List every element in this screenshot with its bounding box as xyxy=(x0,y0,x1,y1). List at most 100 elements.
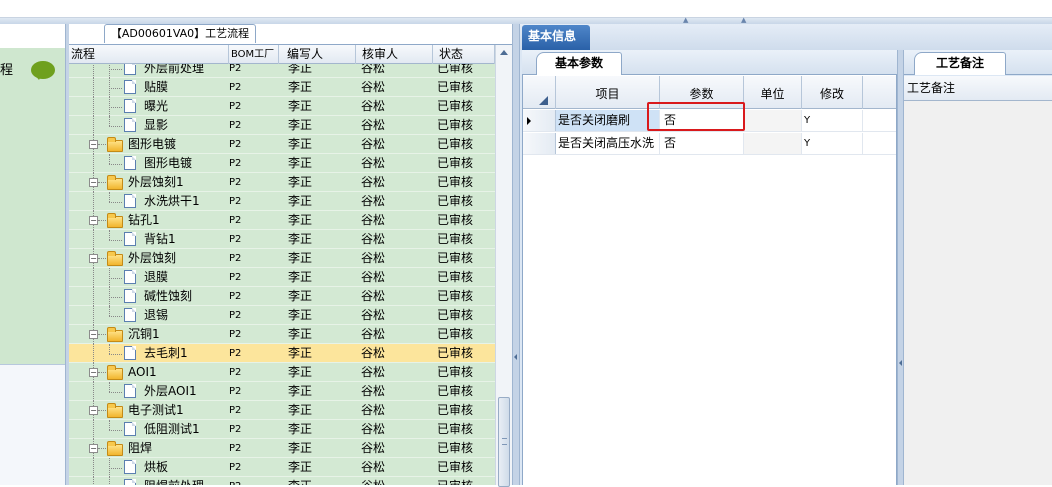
collapse-up-icon[interactable]: ▲ xyxy=(683,17,690,24)
status-cell: 已审核 xyxy=(437,365,474,379)
tree-leaf-row[interactable]: 去毛刺1 P2 李正 谷松 已审核 xyxy=(69,344,495,363)
collapse-node-icon[interactable]: − xyxy=(89,254,98,263)
tree-leaf-row[interactable]: 显影 P2 李正 谷松 已审核 xyxy=(69,116,495,135)
column-header-modify[interactable]: 修改 xyxy=(802,76,863,109)
left-panel-item-area[interactable] xyxy=(0,47,65,364)
tree-leaf-row[interactable]: 图形电镀 P2 李正 谷松 已审核 xyxy=(69,154,495,173)
param-value-cell[interactable]: 否 xyxy=(660,133,744,154)
param-item-cell[interactable]: 是否关闭高压水洗 xyxy=(556,133,660,154)
flow-step-name: 退锡 xyxy=(144,308,169,322)
vertical-splitter-right[interactable] xyxy=(897,50,904,485)
collapse-up-icon[interactable]: ▲ xyxy=(741,17,748,24)
collapse-left-icon[interactable] xyxy=(899,360,902,366)
column-header-item[interactable]: 项目 xyxy=(556,76,660,109)
collapse-left-icon[interactable] xyxy=(514,354,517,360)
folder-icon xyxy=(107,403,123,418)
tree-leaf-row[interactable]: 外层AOI1 P2 李正 谷松 已审核 xyxy=(69,382,495,401)
document-icon xyxy=(124,308,136,322)
bom-factory-cell: P2 xyxy=(229,405,242,416)
tree-folder-row[interactable]: − 阻焊 P2 李正 谷松 已审核 xyxy=(69,439,495,458)
tree-folder-row[interactable]: − 图形电镀 P2 李正 谷松 已审核 xyxy=(69,135,495,154)
param-modify-cell[interactable]: Y xyxy=(802,110,863,131)
document-icon xyxy=(124,270,136,284)
document-icon xyxy=(124,80,136,94)
flow-tab-title[interactable]: 【AD00601VA0】工艺流程 xyxy=(104,24,256,43)
select-all-corner[interactable] xyxy=(523,76,556,109)
document-icon xyxy=(124,156,136,170)
tab-basic-info[interactable]: 基本信息 xyxy=(522,25,590,50)
document-icon xyxy=(124,289,136,303)
scroll-up-arrow-icon[interactable] xyxy=(500,50,508,55)
tree-leaf-row[interactable]: 贴膜 P2 李正 谷松 已审核 xyxy=(69,78,495,97)
tree-leaf-row[interactable]: 退膜 P2 李正 谷松 已审核 xyxy=(69,268,495,287)
collapse-node-icon[interactable]: − xyxy=(89,368,98,377)
memo-textarea[interactable] xyxy=(904,101,1052,485)
column-header-writer[interactable]: 编写人 xyxy=(279,45,356,64)
tree-leaf-row[interactable]: 烘板 P2 李正 谷松 已审核 xyxy=(69,458,495,477)
vertical-splitter-middle[interactable] xyxy=(512,24,520,485)
param-modify-cell[interactable]: Y xyxy=(802,133,863,154)
tree-folder-row[interactable]: − 沉铜1 P2 李正 谷松 已审核 xyxy=(69,325,495,344)
tree-leaf-row[interactable]: 水洗烘干1 P2 李正 谷松 已审核 xyxy=(69,192,495,211)
tree-lines xyxy=(69,192,136,211)
info-tabbar xyxy=(520,24,1052,50)
reviewer-cell: 谷松 xyxy=(361,99,386,113)
tree-leaf-row[interactable]: 退锡 P2 李正 谷松 已审核 xyxy=(69,306,495,325)
row-header[interactable] xyxy=(523,133,556,154)
tree-folder-row[interactable]: − 外层蚀刻1 P2 李正 谷松 已审核 xyxy=(69,173,495,192)
params-row[interactable]: 是否关闭高压水洗 否 Y xyxy=(523,133,896,155)
tree-leaf-row[interactable]: 背钻1 P2 李正 谷松 已审核 xyxy=(69,230,495,249)
bom-factory-cell: P2 xyxy=(229,348,242,359)
flow-step-name: 沉铜1 xyxy=(128,327,160,341)
collapse-node-icon[interactable]: − xyxy=(89,444,98,453)
tree-lines: − xyxy=(69,211,129,230)
flow-grid-scrollbar[interactable] xyxy=(495,45,512,487)
writer-cell: 李正 xyxy=(288,422,313,436)
column-header-reviewer[interactable]: 核审人 xyxy=(356,45,433,64)
collapse-node-icon[interactable]: − xyxy=(89,406,98,415)
tab-basic-params[interactable]: 基本参数 xyxy=(536,52,622,75)
column-header-bom[interactable]: BOM工厂 xyxy=(229,45,279,64)
status-cell: 已审核 xyxy=(437,156,474,170)
tree-leaf-row[interactable]: 外层前处理 P2 李正 谷松 已审核 xyxy=(69,64,495,78)
tree-leaf-row[interactable]: 碱性蚀刻 P2 李正 谷松 已审核 xyxy=(69,287,495,306)
writer-cell: 李正 xyxy=(288,327,313,341)
param-unit-cell[interactable] xyxy=(744,133,802,154)
tree-leaf-row[interactable]: 低阻测试1 P2 李正 谷松 已审核 xyxy=(69,420,495,439)
tree-folder-row[interactable]: − AOI1 P2 李正 谷松 已审核 xyxy=(69,363,495,382)
tree-folder-row[interactable]: − 电子测试1 P2 李正 谷松 已审核 xyxy=(69,401,495,420)
column-header-status[interactable]: 状态 xyxy=(433,45,495,64)
chat-bubble-icon[interactable] xyxy=(31,61,55,80)
writer-cell: 李正 xyxy=(288,99,313,113)
param-unit-cell[interactable] xyxy=(744,110,802,131)
bom-factory-cell: P2 xyxy=(229,139,242,150)
collapse-node-icon[interactable]: − xyxy=(89,140,98,149)
collapse-node-icon[interactable]: − xyxy=(89,330,98,339)
tab-process-memo[interactable]: 工艺备注 xyxy=(914,52,1006,75)
scroll-thumb[interactable] xyxy=(498,397,510,487)
folder-icon xyxy=(107,365,123,380)
writer-cell: 李正 xyxy=(288,118,313,132)
writer-cell: 李正 xyxy=(288,346,313,360)
row-header[interactable] xyxy=(523,110,556,131)
column-header-unit[interactable]: 单位 xyxy=(744,76,802,109)
bom-factory-cell: P2 xyxy=(229,64,242,74)
collapse-node-icon[interactable]: − xyxy=(89,178,98,187)
tree-lines: − xyxy=(69,249,129,268)
left-panel-label: 程 xyxy=(0,63,14,78)
flow-step-name: 水洗烘干1 xyxy=(144,194,200,208)
active-edit-highlight[interactable] xyxy=(647,102,745,131)
tree-folder-row[interactable]: − 钻孔1 P2 李正 谷松 已审核 xyxy=(69,211,495,230)
reviewer-cell: 谷松 xyxy=(361,422,386,436)
column-header-flow[interactable]: 流程 xyxy=(69,45,229,64)
tree-leaf-row[interactable]: 曝光 P2 李正 谷松 已审核 xyxy=(69,97,495,116)
document-icon xyxy=(124,384,136,398)
tree-folder-row[interactable]: − 外层蚀刻 P2 李正 谷松 已审核 xyxy=(69,249,495,268)
param-item-cell[interactable]: 是否关闭磨刷 xyxy=(556,110,660,131)
document-icon xyxy=(124,99,136,113)
document-icon xyxy=(124,118,136,132)
tree-leaf-row[interactable]: 阻焊前处理 P2 李正 谷松 已审核 xyxy=(69,477,495,485)
tree-lines xyxy=(69,78,136,97)
status-cell: 已审核 xyxy=(437,270,474,284)
collapse-node-icon[interactable]: − xyxy=(89,216,98,225)
